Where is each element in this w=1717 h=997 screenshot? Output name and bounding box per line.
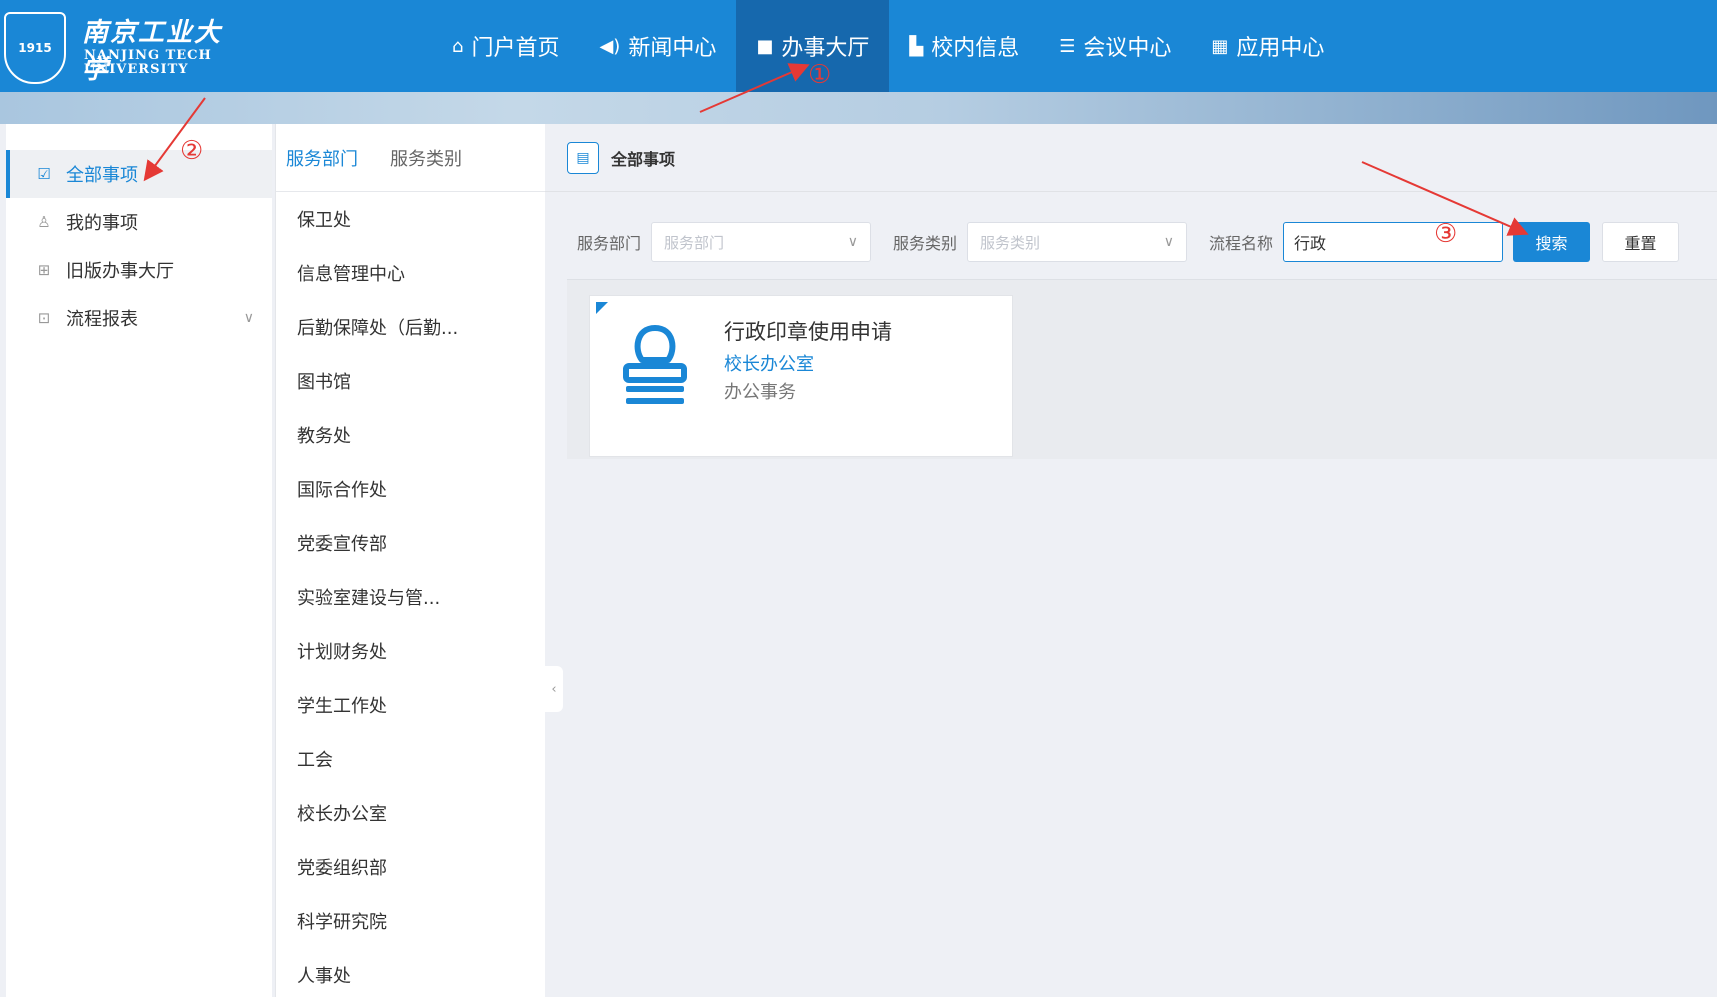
sidebar-item-label: 全部事项 [66, 165, 138, 186]
department-item[interactable]: 计划财务处 [297, 624, 545, 678]
tab-service-category[interactable]: 服务类别 [390, 133, 462, 183]
main-nav: ⌂ 门户首页 ◀) 新闻中心 ■ 办事大厅 ▙ 校内信息 ☰ 会议中心 ▦ 应用… [432, 0, 1344, 92]
department-item[interactable]: 信息管理中心 [297, 246, 545, 300]
department-item[interactable]: 校长办公室 [297, 786, 545, 840]
header-banner-image [0, 92, 1717, 124]
category-filter-select[interactable]: 服务类别 ∨ [967, 222, 1188, 262]
chevron-down-icon: ∨ [847, 234, 859, 250]
search-button[interactable]: 搜索 [1513, 222, 1591, 262]
chevron-down-icon: ∨ [1163, 234, 1175, 250]
top-header: 1915 南京工业大学 NANJING TECH UNIVERSITY ⌂ 门户… [0, 0, 1717, 92]
result-title[interactable]: 行政印章使用申请 [724, 316, 892, 346]
sidebar-item-label: 流程报表 [66, 309, 138, 330]
result-card[interactable]: 行政印章使用申请 校长办公室 办公事务 [589, 295, 1013, 457]
nav-item-portal-home[interactable]: ⌂ 门户首页 [432, 0, 579, 92]
tab-service-department[interactable]: 服务部门 [286, 133, 358, 183]
list-icon: ☰ [1059, 35, 1076, 57]
department-item[interactable]: 国际合作处 [297, 462, 545, 516]
chevron-down-icon[interactable]: ∨ [244, 310, 254, 326]
department-item[interactable]: 党委组织部 [297, 840, 545, 894]
page-title: 全部事项 [611, 149, 676, 169]
home-icon: ⌂ [452, 35, 464, 57]
department-item[interactable]: 人事处 [297, 948, 545, 997]
collapse-panel-handle[interactable]: ‹ [545, 666, 563, 712]
result-department[interactable]: 校长办公室 [724, 350, 814, 376]
department-item[interactable]: 图书馆 [297, 354, 545, 408]
department-panel: 服务部门 服务类别 保卫处 信息管理中心 后勤保障处（后勤... 图书馆 教务处… [275, 124, 545, 997]
nav-item-label: 门户首页 [471, 36, 560, 61]
document-icon: ▤ [567, 141, 599, 174]
sidebar-item-my-items[interactable]: ♙ 我的事项 [6, 198, 272, 246]
sidebar-item-legacy-hall[interactable]: ⊞ 旧版办事大厅 [6, 246, 272, 294]
department-item[interactable]: 学生工作处 [297, 678, 545, 732]
building-icon: ▙ [909, 35, 924, 57]
stamp-icon [623, 325, 687, 404]
annotation-marker-3: ③ [1434, 219, 1458, 249]
dept-tabs: 服务部门 服务类别 [276, 124, 545, 192]
process-name-label: 流程名称 [1209, 234, 1274, 253]
department-list: 保卫处 信息管理中心 后勤保障处（后勤... 图书馆 教务处 国际合作处 党委宣… [276, 192, 545, 997]
nav-item-news-center[interactable]: ◀) 新闻中心 [579, 0, 736, 92]
process-name-input[interactable] [1283, 222, 1504, 262]
card-corner-marker [596, 302, 608, 314]
department-item[interactable]: 教务处 [297, 408, 545, 462]
grid-icon: ▦ [1211, 35, 1229, 57]
logo-english-name-line1: NANJING TECH [84, 48, 212, 63]
university-crest-icon: 1915 [4, 12, 66, 84]
annotation-marker-1: ① [808, 60, 832, 90]
logo-english-name-line2: UNIVERSITY [84, 62, 189, 77]
university-logo[interactable]: 1915 南京工业大学 NANJING TECH UNIVERSITY [4, 12, 224, 86]
nav-item-label: 办事大厅 [781, 36, 870, 61]
annotation-marker-2: ② [180, 136, 204, 166]
sidebar-item-process-reports[interactable]: ⊡ 流程报表 ∨ [6, 294, 272, 342]
department-item[interactable]: 工会 [297, 732, 545, 786]
report-icon: ⊡ [37, 309, 51, 327]
nav-item-label: 会议中心 [1083, 36, 1172, 61]
nav-item-campus-info[interactable]: ▙ 校内信息 [889, 0, 1039, 92]
reset-button[interactable]: 重置 [1602, 222, 1680, 262]
sidebar-item-label: 我的事项 [66, 213, 138, 234]
category-filter-label: 服务类别 [893, 234, 958, 253]
dept-filter-label: 服务部门 [577, 234, 642, 253]
result-category: 办公事务 [724, 382, 796, 403]
department-item[interactable]: 实验室建设与管... [297, 570, 545, 624]
department-item[interactable]: 科学研究院 [297, 894, 545, 948]
department-item[interactable]: 后勤保障处（后勤... [297, 300, 545, 354]
left-sidebar: ☑ 全部事项 ♙ 我的事项 ⊞ 旧版办事大厅 ⊡ 流程报表 ∨ [6, 124, 272, 997]
department-item[interactable]: 党委宣传部 [297, 516, 545, 570]
nav-item-meeting-center[interactable]: ☰ 会议中心 [1039, 0, 1191, 92]
dept-filter-placeholder: 服务部门 [664, 233, 725, 252]
nav-item-app-center[interactable]: ▦ 应用中心 [1191, 0, 1344, 92]
nav-item-label: 校内信息 [931, 36, 1020, 61]
filter-bar: 服务部门 服务部门 ∨ 服务类别 服务类别 ∨ 流程名称 搜索 重置 [545, 214, 1717, 270]
speaker-icon: ◀) [599, 35, 621, 57]
main-content: ▤ 全部事项 服务部门 服务部门 ∨ 服务类别 服务类别 ∨ 流程名称 搜索 重… [545, 124, 1717, 997]
dept-filter-select[interactable]: 服务部门 ∨ [651, 222, 872, 262]
nav-item-label: 新闻中心 [628, 36, 717, 61]
nav-item-label: 应用中心 [1236, 36, 1325, 61]
category-filter-placeholder: 服务类别 [980, 233, 1041, 252]
user-icon: ♙ [37, 213, 51, 231]
content-title-bar: ▤ 全部事项 [545, 124, 1717, 192]
sidebar-item-all-items[interactable]: ☑ 全部事项 [6, 150, 272, 198]
bag-icon: ■ [756, 35, 774, 57]
sidebar-item-label: 旧版办事大厅 [66, 261, 174, 282]
department-item[interactable]: 保卫处 [297, 192, 545, 246]
results-area: 行政印章使用申请 校长办公室 办公事务 [567, 279, 1717, 459]
apps-icon: ⊞ [37, 261, 51, 279]
checkbox-icon: ☑ [37, 165, 51, 183]
